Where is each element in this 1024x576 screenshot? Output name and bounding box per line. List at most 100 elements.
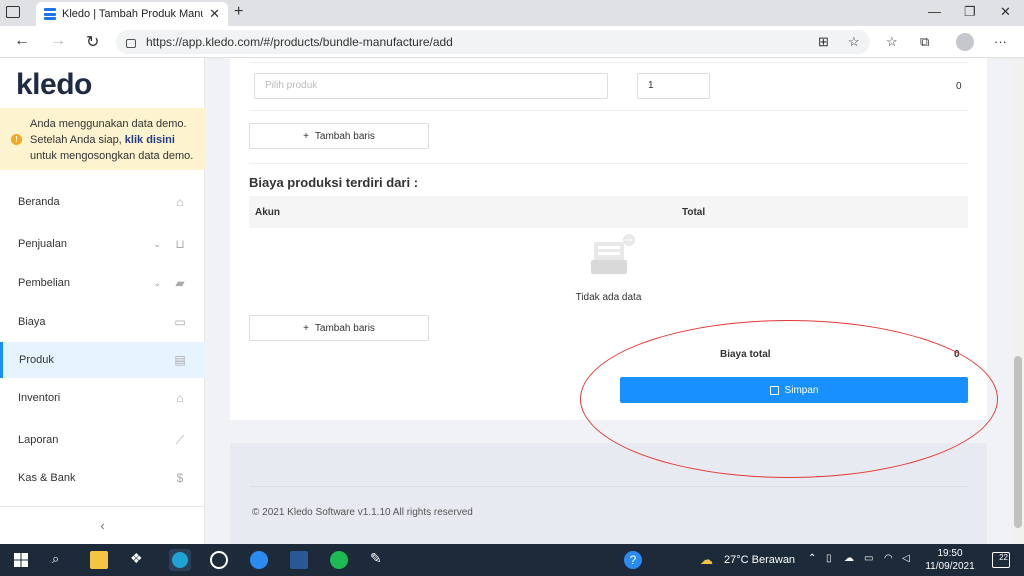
production-costs-title: Biaya produksi terdiri dari : [249,175,419,190]
clock-time: 19:50 [937,548,963,559]
spotify-icon[interactable] [330,551,348,569]
empty-inbox-icon [591,234,635,274]
dropbox-icon[interactable]: ❖ [130,550,143,567]
clock[interactable]: 19:50 11/09/2021 [920,547,980,573]
tab-actions-icon[interactable] [6,6,20,18]
sidebar-item-penjualan[interactable]: Penjualan ⌄ ⊔ [0,226,205,262]
copyright-text: © 2021 Kledo Software v1.1.10 All rights… [252,507,473,518]
favorite-add-icon[interactable]: ☆ [848,34,860,50]
sidebar-item-label: Inventori [18,392,61,404]
add-row-label: Tambah baris [314,322,375,334]
volume-icon[interactable]: ◁ [902,553,910,564]
divider [250,486,967,487]
sidebar-item-label: Biaya [18,316,46,328]
maximize-icon[interactable]: ❐ [964,4,976,20]
column-akun: Akun [255,207,280,218]
favorites-icon[interactable]: ☆ [886,34,898,50]
scrollbar-thumb[interactable] [1014,356,1022,528]
main-content: Pilih produk 1 0 + Tambah baris Biaya pr… [205,58,1012,544]
sidebar: kledo ! Anda menggunakan data demo. Sete… [0,58,205,544]
logo-text: kledo [16,68,92,101]
kledo-favicon-icon [44,8,56,20]
sidebar-item-laporan[interactable]: Laporan ⟋ [0,422,205,458]
address-bar-row: ← → ↻ https://app.kledo.com/#/products/b… [0,26,1024,58]
new-tab-icon[interactable]: + [234,3,243,21]
more-icon[interactable]: ··· [994,34,1007,49]
plus-icon: + [303,322,309,334]
product-amount: 0 [956,81,962,92]
onedrive-icon[interactable]: ☁ [844,553,854,564]
warning-icon: ! [11,134,22,145]
word-icon[interactable] [290,551,308,569]
demo-notice-prefix: Setelah Anda siap, [30,134,125,146]
browser-tab-bar: Kledo | Tambah Produk Manufak ✕ + — ❐ ✕ [0,0,1024,26]
demo-notice-line1: Anda menggunakan data demo. [30,118,187,130]
scrollbar[interactable] [1012,58,1024,544]
product-select[interactable]: Pilih produk [254,73,608,99]
home-icon: ⌂ [176,195,184,209]
notification-icon[interactable]: 22 [992,552,1010,568]
demo-notice: ! Anda menggunakan data demo. Setelah An… [0,108,205,170]
file-explorer-icon[interactable] [90,551,108,569]
minimize-icon[interactable]: — [928,4,941,19]
sidebar-item-pembelian[interactable]: Pembelian ⌄ ▰ [0,265,205,301]
edge-icon[interactable] [169,549,191,571]
dollar-icon: $ [176,471,184,485]
paint-icon[interactable]: ✎ [370,550,382,567]
basket-icon: ⊔ [175,237,185,251]
sidebar-item-label: Beranda [18,196,60,208]
tray-chevron-up-icon[interactable]: ⌃ [808,553,816,564]
sidebar-item-label: Kas & Bank [18,472,76,484]
search-icon[interactable]: ⌕ [52,551,59,567]
empty-state-text: Tidak ada data [575,292,642,303]
url-input[interactable]: https://app.kledo.com/#/products/bundle-… [116,30,870,54]
add-row-label: Tambah baris [314,130,375,142]
windows-start-icon[interactable] [12,551,30,569]
browser-tab[interactable]: Kledo | Tambah Produk Manufak ✕ [36,2,228,26]
kledo-logo[interactable]: kledo [16,68,92,102]
sidebar-item-produk[interactable]: Produk ▤ [0,342,205,378]
help-icon[interactable]: ? [624,551,642,569]
bag-icon: ▰ [175,276,185,290]
back-icon[interactable]: ← [14,32,30,50]
windows-taskbar: ⌕ ❖ ✎ ? ☁ 27°C Berawan ⌃ ▯ ☁ ▭ ◠ ◁ 19:50… [0,544,1024,576]
collections-icon[interactable]: ⧉ [920,34,929,50]
costs-table-header: Akun Total [249,196,968,228]
close-icon[interactable]: ✕ [209,6,220,22]
demo-notice-line2: Setelah Anda siap, klik disini [30,132,195,148]
add-product-row-button[interactable]: + Tambah baris [249,123,429,149]
divider [249,62,968,63]
sidebar-collapse-button[interactable]: ‹ [0,506,205,544]
column-total: Total [682,207,706,218]
chart-icon: ⟋ [175,432,185,447]
sidebar-item-beranda[interactable]: Beranda ⌂ [0,184,205,220]
save-button[interactable]: Simpan [620,377,968,403]
app-available-icon[interactable]: ⊞ [818,34,829,50]
refresh-icon[interactable]: ↻ [86,32,99,52]
weather-icon: ☁ [700,552,713,567]
add-cost-row-button[interactable]: + Tambah baris [249,315,429,341]
sidebar-item-kas-bank[interactable]: Kas & Bank $ [0,460,205,496]
app-icon-2[interactable] [250,551,268,569]
window-close-icon[interactable]: ✕ [1000,4,1011,20]
avatar[interactable] [956,33,974,51]
notification-count: 22 [999,553,1008,562]
forward-icon[interactable]: → [50,32,66,50]
reset-demo-link[interactable]: klik disini [125,134,175,146]
form-card: Pilih produk 1 0 + Tambah baris Biaya pr… [230,58,987,420]
footer: © 2021 Kledo Software v1.1.10 All rights… [230,443,987,544]
sidebar-item-inventori[interactable]: Inventori ⌂ [0,380,205,416]
sidebar-item-biaya[interactable]: Biaya ▭ [0,304,205,340]
total-cost-label: Biaya total [720,349,771,360]
save-icon [769,385,779,395]
clock-date: 11/09/2021 [925,561,975,572]
tray-icon[interactable]: ▯ [826,553,832,564]
sidebar-item-label: Laporan [18,434,59,446]
battery-icon[interactable]: ▭ [864,553,873,564]
quantity-input[interactable]: 1 [637,73,710,99]
app-icon[interactable] [210,551,228,569]
weather-text[interactable]: 27°C Berawan [724,554,795,566]
wifi-icon[interactable]: ◠ [884,553,893,564]
plus-icon: + [303,130,309,142]
lock-icon [126,39,136,48]
